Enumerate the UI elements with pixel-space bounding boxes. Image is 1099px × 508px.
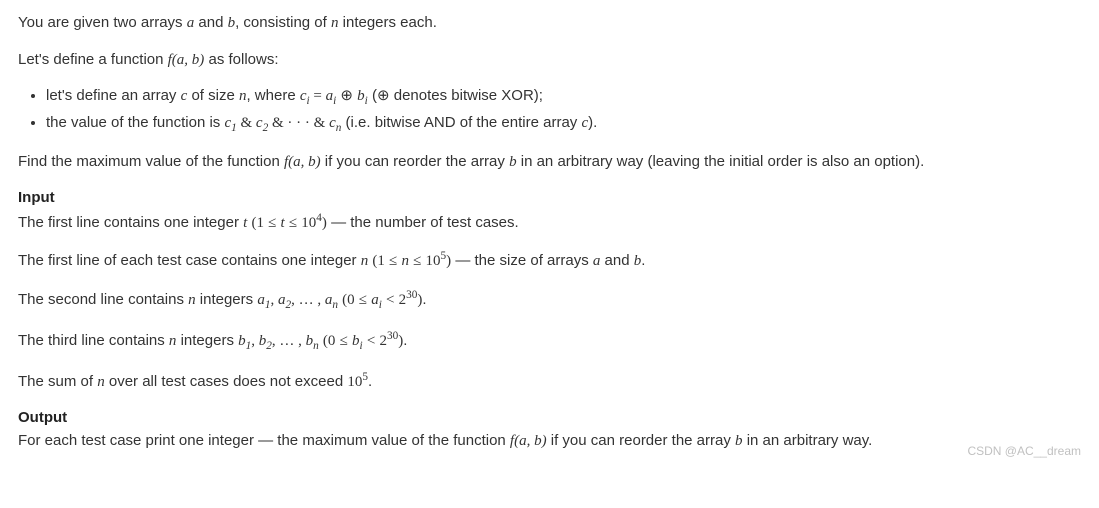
bullet-1: let's define an array c of size n, where… xyxy=(46,85,1081,110)
lt: < xyxy=(367,333,375,349)
text: — the size of arrays xyxy=(451,252,593,269)
text: ). xyxy=(588,114,597,131)
num-1: 1 xyxy=(256,215,264,231)
func-fab: f(a, b) xyxy=(284,154,321,170)
num-10e4: 104 xyxy=(301,215,322,231)
text: ( xyxy=(368,87,377,104)
text: if you can reorder the array xyxy=(547,432,735,449)
xor-sym: ⊕ xyxy=(377,88,390,104)
text: The third line contains xyxy=(18,332,169,349)
num-2e30: 230 xyxy=(399,292,418,308)
var-ci: ci xyxy=(300,88,310,104)
var-bi: bi xyxy=(357,88,368,104)
text: Find the maximum value of the function xyxy=(18,153,284,170)
func-fab: f(a, b) xyxy=(168,52,205,68)
text: the value of the function is xyxy=(46,114,224,131)
text: Let's define a function xyxy=(18,51,168,68)
var-b: b xyxy=(509,154,517,170)
paragraph-intro-1: You are given two arrays a and b, consis… xyxy=(18,12,1081,35)
text: The sum of xyxy=(18,373,97,390)
text: , consisting of xyxy=(235,14,331,31)
lt: < xyxy=(386,292,394,308)
var-n: n xyxy=(361,253,369,269)
var-ai: ai xyxy=(371,292,382,308)
eq: = xyxy=(310,88,326,104)
le: ≤ xyxy=(340,333,348,349)
input-line-2: The first line of each test case contain… xyxy=(18,248,1081,273)
text: in an arbitrary way. xyxy=(743,432,873,449)
text: For each test case print one integer — t… xyxy=(18,432,510,449)
le: ≤ xyxy=(389,253,397,269)
text: The first line contains one integer xyxy=(18,214,243,231)
text: integers each. xyxy=(338,14,436,31)
var-ai: ai xyxy=(326,88,337,104)
input-line-5: The sum of n over all test cases does no… xyxy=(18,369,1081,394)
func-fab: f(a, b) xyxy=(510,433,547,449)
text: . xyxy=(368,373,372,390)
num-0: 0 xyxy=(328,333,336,349)
text: and xyxy=(600,252,633,269)
bullet-2: the value of the function is c1 & c2 & ·… xyxy=(46,112,1081,137)
text: in an arbitrary way (leaving the initial… xyxy=(517,153,925,170)
xor-op: ⊕ xyxy=(340,88,353,104)
text: integers xyxy=(196,291,258,308)
paragraph-intro-2: Let's define a function f(a, b) as follo… xyxy=(18,49,1081,72)
text: over all test cases does not exceed xyxy=(105,373,348,390)
text: . xyxy=(403,332,407,349)
input-line-3: The second line contains n integers a1, … xyxy=(18,287,1081,314)
text: if you can reorder the array xyxy=(321,153,509,170)
paragraph-task: Find the maximum value of the function f… xyxy=(18,151,1081,174)
num-10e5: 105 xyxy=(426,253,447,269)
text: . xyxy=(641,252,645,269)
var-n: n xyxy=(188,292,196,308)
var-b: b xyxy=(735,433,743,449)
var-b: b xyxy=(228,15,236,31)
var-n: n xyxy=(401,253,409,269)
text: — the number of test cases. xyxy=(327,214,519,231)
text: denotes bitwise XOR); xyxy=(390,87,543,104)
input-line-4: The third line contains n integers b1, b… xyxy=(18,328,1081,355)
text: The first line of each test case contain… xyxy=(18,252,361,269)
text: of size xyxy=(187,87,239,104)
text: , where xyxy=(246,87,299,104)
output-heading: Output xyxy=(18,407,1081,430)
le: ≤ xyxy=(413,253,421,269)
num-2e30: 230 xyxy=(379,333,398,349)
expr-and: c1 & c2 & · · · & cn xyxy=(224,115,341,131)
text: let's define an array xyxy=(46,87,181,104)
text: integers xyxy=(176,332,238,349)
input-heading: Input xyxy=(18,187,1081,210)
watermark-text: CSDN @AC__dream xyxy=(967,442,1081,460)
text: The second line contains xyxy=(18,291,188,308)
text: and xyxy=(194,14,227,31)
output-line-1: For each test case print one integer — t… xyxy=(18,430,1081,453)
num-1: 1 xyxy=(377,253,385,269)
var-t: t xyxy=(243,215,247,231)
var-bi: bi xyxy=(352,333,363,349)
text: . xyxy=(422,291,426,308)
num-0: 0 xyxy=(347,292,355,308)
input-line-1: The first line contains one integer t (1… xyxy=(18,210,1081,235)
le: ≤ xyxy=(289,215,297,231)
a-list: a1, a2, … , an xyxy=(257,292,338,308)
le: ≤ xyxy=(268,215,276,231)
text: You are given two arrays xyxy=(18,14,187,31)
text: as follows: xyxy=(204,51,278,68)
definition-list: let's define an array c of size n, where… xyxy=(18,85,1081,137)
var-t: t xyxy=(281,215,285,231)
num-10e5: 105 xyxy=(347,374,368,390)
b-list: b1, b2, … , bn xyxy=(238,333,319,349)
text: (i.e. bitwise AND of the entire array xyxy=(341,114,581,131)
var-n: n xyxy=(97,374,105,390)
le: ≤ xyxy=(359,292,367,308)
